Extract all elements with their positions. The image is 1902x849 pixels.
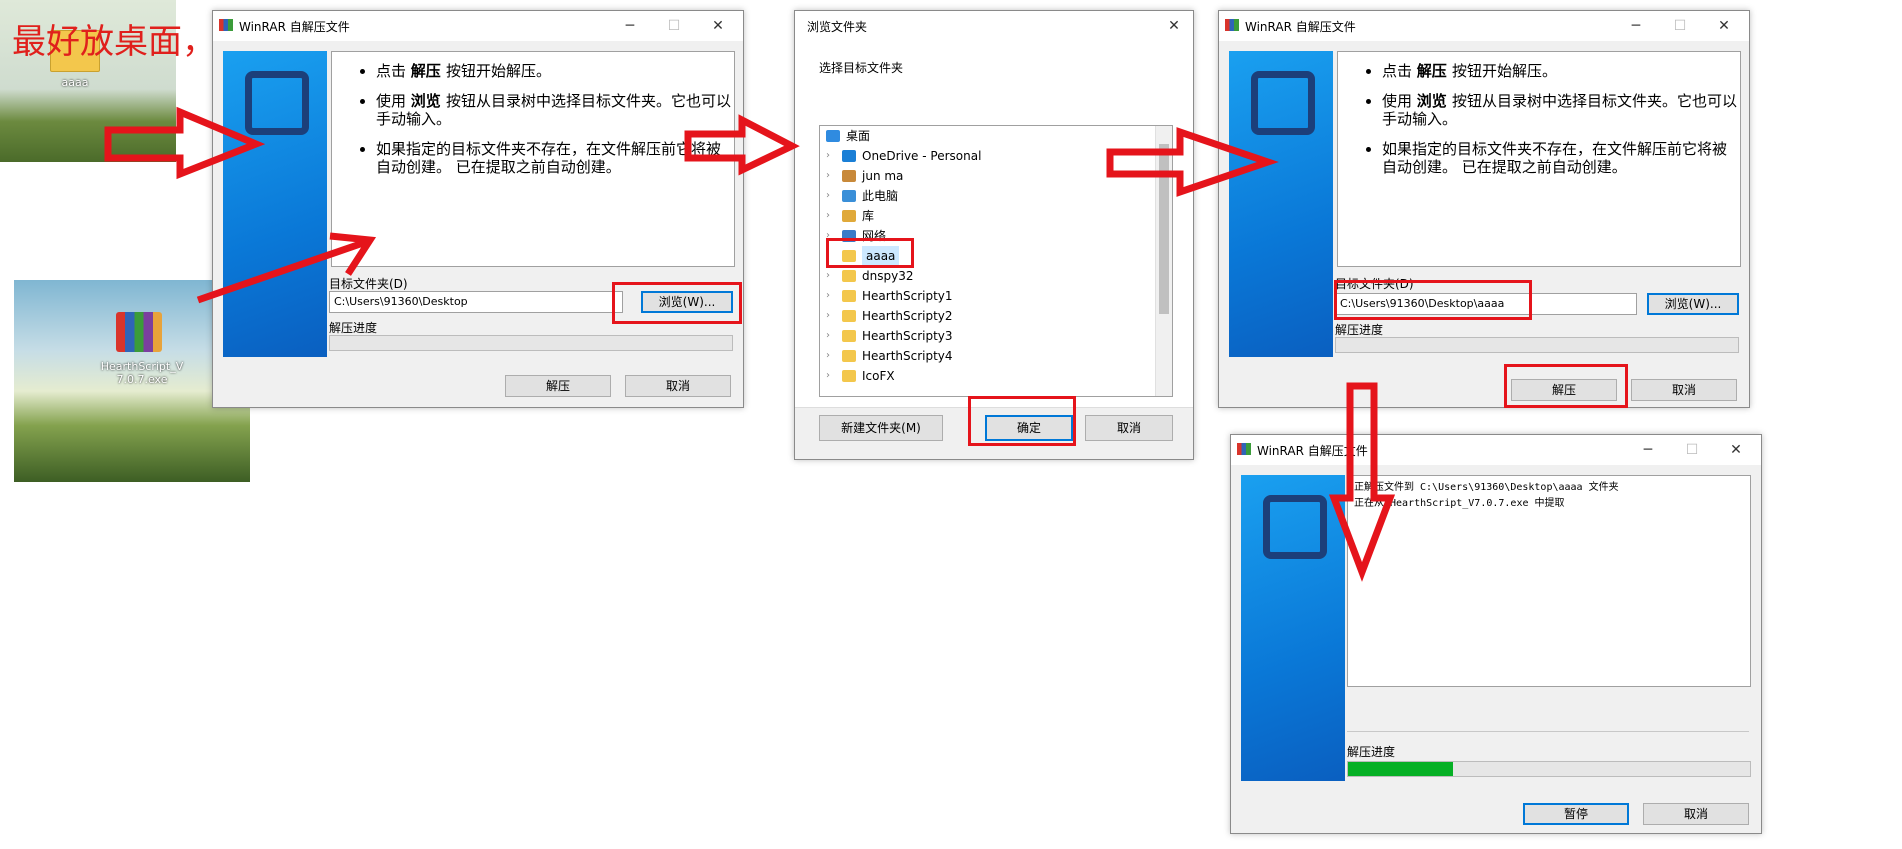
annotation-arrows: [104, 106, 1396, 582]
arrow-diagonal: [196, 232, 377, 304]
arrow-down: [1328, 382, 1396, 582]
arrow-right-1: [104, 106, 266, 180]
arrow-right-2: [684, 114, 800, 176]
arrow-right-3: [1106, 127, 1279, 197]
